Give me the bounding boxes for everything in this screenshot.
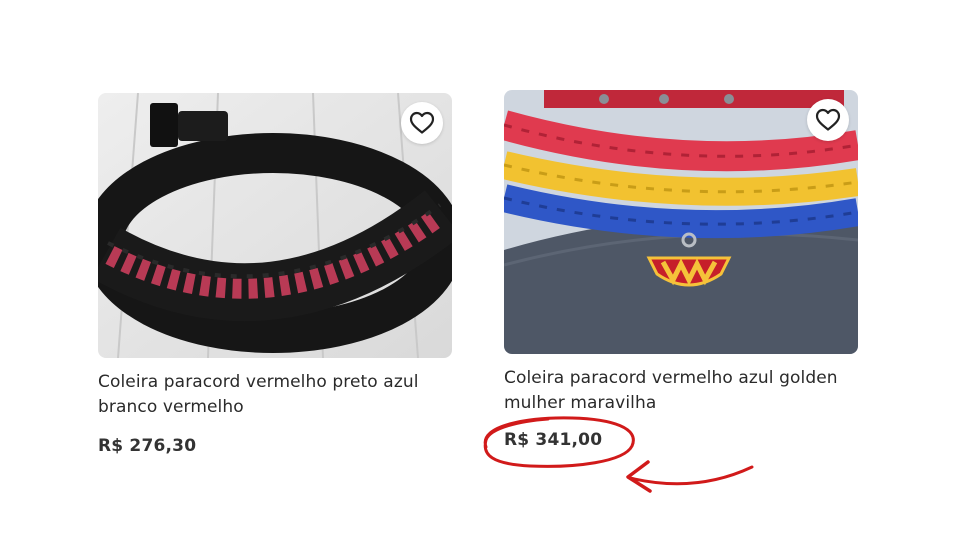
product-card[interactable]: Coleira paracord vermelho preto azul bra… <box>98 93 452 456</box>
product-image[interactable] <box>504 90 858 354</box>
product-title[interactable]: Coleira paracord vermelho azul golden mu… <box>504 366 864 416</box>
product-title[interactable]: Coleira paracord vermelho preto azul bra… <box>98 370 458 420</box>
heart-icon <box>409 111 435 134</box>
favorite-button[interactable] <box>401 102 443 144</box>
product-price: R$ 341,00 <box>504 430 603 450</box>
black-red-paracord-collar-photo <box>98 93 452 358</box>
heart-icon <box>815 108 841 131</box>
wonder-woman-paracord-collar-photo <box>504 90 858 354</box>
arrowhead-icon <box>626 460 652 493</box>
favorite-button[interactable] <box>807 99 849 141</box>
product-card[interactable]: Coleira paracord vermelho azul golden mu… <box>504 90 858 450</box>
arrow-annotation <box>628 465 754 486</box>
product-price: R$ 276,30 <box>98 436 197 456</box>
product-image[interactable] <box>98 93 452 358</box>
